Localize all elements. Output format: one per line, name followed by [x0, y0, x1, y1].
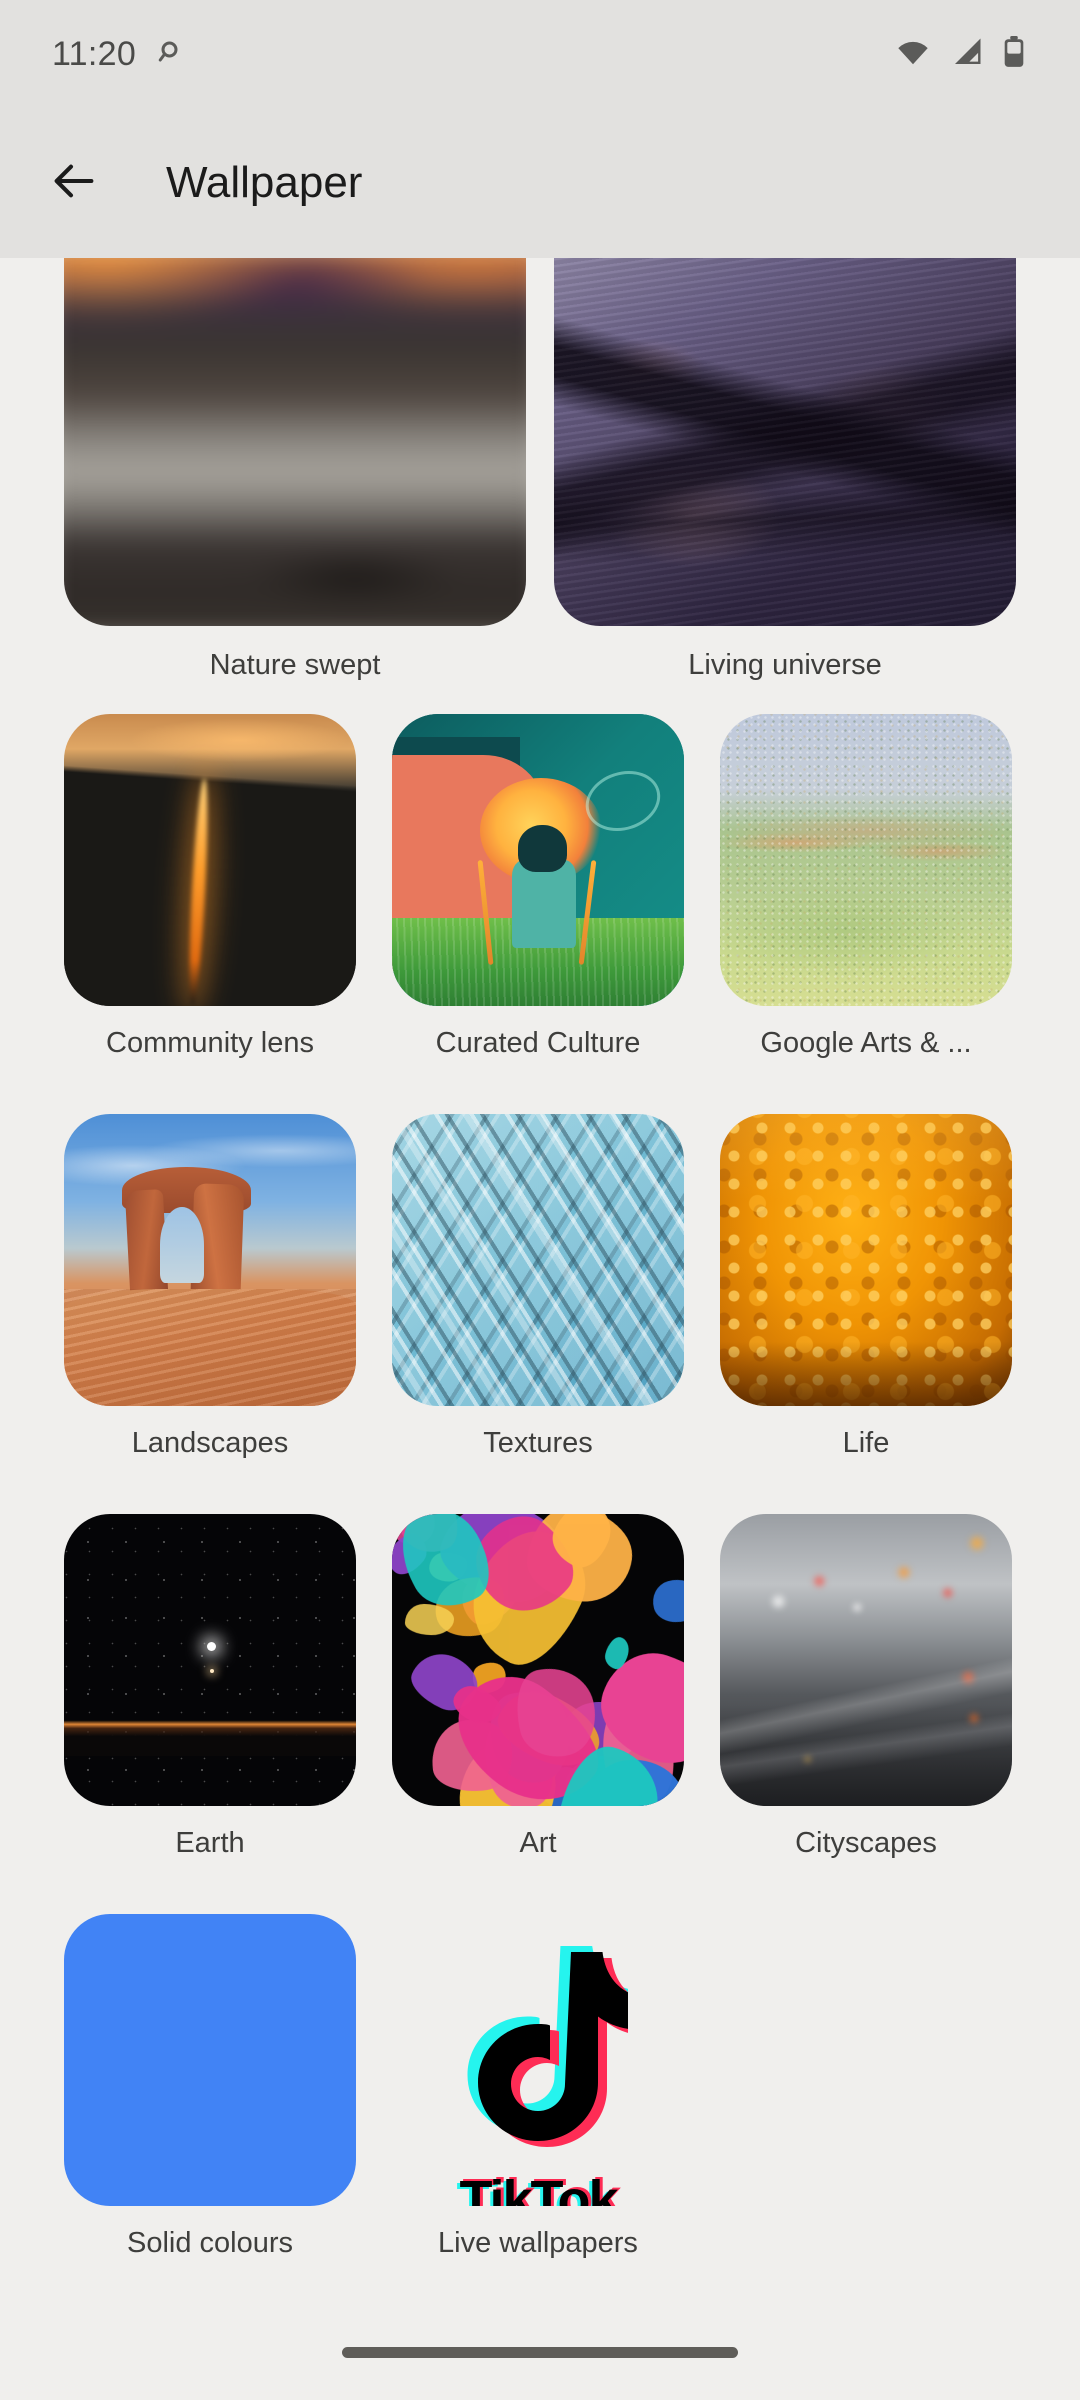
status-bar-clock: 11:20: [52, 34, 137, 73]
grid-row: Earth Art Cityscapes: [0, 1514, 1080, 1914]
nature-swept-thumbnail[interactable]: [64, 258, 526, 626]
grid-row: Community lens Curated Culture Google Ar…: [0, 714, 1080, 1114]
art-thumbnail[interactable]: [392, 1514, 684, 1806]
featured-tile-living-universe[interactable]: Living universe: [554, 258, 1016, 682]
battery-icon: [1002, 35, 1026, 73]
home-gesture-pill[interactable]: [342, 2346, 738, 2358]
category-tile-textures[interactable]: Textures: [392, 1114, 684, 1460]
tile-label: Life: [842, 1427, 890, 1459]
curated-culture-thumbnail[interactable]: [392, 714, 684, 1006]
category-tile-live-wallpapers[interactable]: TikTok TikTok TikTok Live wallpapers: [392, 1914, 684, 2260]
tile-label: Google Arts & ...: [760, 1027, 972, 1059]
tile-label: Live wallpapers: [438, 2227, 638, 2259]
tile-label: Curated Culture: [435, 1027, 641, 1059]
tiktok-wordmark-black: TikTok: [459, 2170, 618, 2206]
category-tile-solid-colours[interactable]: Solid colours: [64, 1914, 356, 2260]
category-tile-cityscapes[interactable]: Cityscapes: [720, 1514, 1012, 1860]
landscapes-thumbnail[interactable]: [64, 1114, 356, 1406]
tile-label: Art: [519, 1827, 557, 1859]
life-thumbnail[interactable]: [720, 1114, 1012, 1406]
tile-label: Landscapes: [131, 1427, 289, 1459]
featured-tile-nature-swept[interactable]: Nature swept: [64, 258, 526, 682]
app-bar: Wallpaper: [0, 108, 1080, 258]
wifi-icon: [894, 37, 932, 72]
community-lens-thumbnail[interactable]: [64, 714, 356, 1006]
page-title: Wallpaper: [166, 158, 363, 207]
cityscapes-thumbnail[interactable]: [720, 1514, 1012, 1806]
tiktok-live-wallpaper-thumbnail[interactable]: TikTok TikTok TikTok: [392, 1914, 684, 2206]
category-tile-curated-culture[interactable]: Curated Culture: [392, 714, 684, 1060]
earth-thumbnail[interactable]: [64, 1514, 356, 1806]
solid-colours-thumbnail[interactable]: [64, 1914, 356, 2206]
living-universe-thumbnail[interactable]: [554, 258, 1016, 626]
category-tile-art[interactable]: Art: [392, 1514, 684, 1860]
tile-label: Earth: [175, 1827, 245, 1859]
tile-label: Nature swept: [209, 649, 381, 681]
status-bar-right: [894, 35, 1026, 73]
grid-row: Solid colours TikTok TikTok TikTok Live …: [0, 1914, 1080, 2314]
wallpaper-category-scroll[interactable]: Nature swept Living universe Community l…: [0, 258, 1080, 2400]
grid-row: Landscapes Textures Life: [0, 1114, 1080, 1514]
cellular-signal-icon: [950, 37, 984, 72]
featured-row: Nature swept Living universe: [0, 258, 1080, 681]
category-tile-earth[interactable]: Earth: [64, 1514, 356, 1860]
category-tile-life[interactable]: Life: [720, 1114, 1012, 1460]
back-button[interactable]: [26, 135, 122, 231]
status-bar: 11:20: [0, 0, 1080, 108]
google-arts-thumbnail[interactable]: [720, 714, 1012, 1006]
tile-label: Textures: [483, 1427, 593, 1459]
tiktok-wordmark: TikTok TikTok TikTok: [456, 2168, 621, 2206]
category-tile-landscapes[interactable]: Landscapes: [64, 1114, 356, 1460]
tiktok-note-icon: [448, 1946, 628, 2156]
tile-label: Community lens: [106, 1027, 314, 1059]
category-grid: Community lens Curated Culture Google Ar…: [0, 714, 1080, 2314]
gesture-navigation-bar: [0, 2304, 1080, 2400]
textures-thumbnail[interactable]: [392, 1114, 684, 1406]
back-arrow-icon: [48, 155, 100, 212]
camera-privacy-icon: [152, 37, 182, 72]
status-bar-left: 11:20: [52, 35, 182, 74]
tile-label: Cityscapes: [795, 1827, 937, 1859]
category-tile-community-lens[interactable]: Community lens: [64, 714, 356, 1060]
category-tile-google-arts[interactable]: Google Arts & ...: [720, 714, 1012, 1060]
tile-label: Solid colours: [126, 2227, 294, 2259]
tile-label: Living universe: [688, 649, 882, 681]
